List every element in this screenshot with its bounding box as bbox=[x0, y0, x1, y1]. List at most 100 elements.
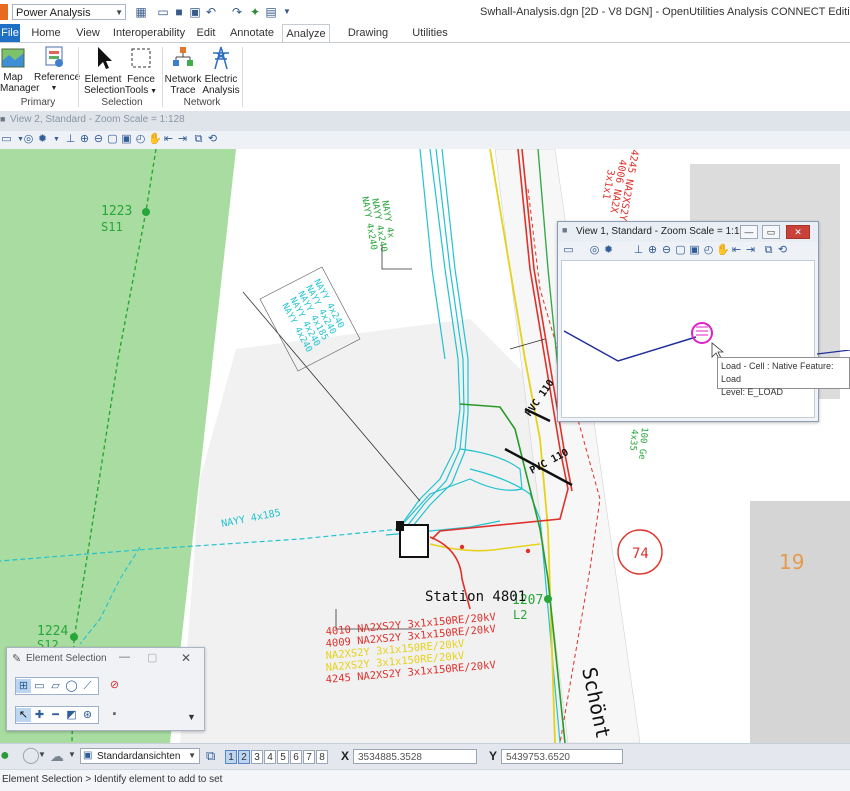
update-view-icon[interactable]: ⊥ bbox=[632, 244, 645, 257]
view-next-icon[interactable]: ⇥ bbox=[176, 133, 189, 146]
restore-button[interactable]: ▭ bbox=[762, 225, 780, 239]
electric-analysis-button[interactable]: Electric Analysis bbox=[202, 45, 240, 96]
add-mode-icon[interactable]: ✚ bbox=[32, 708, 47, 722]
tab-interoperability[interactable]: Interoperability bbox=[112, 24, 186, 42]
print-icon[interactable]: ▤ bbox=[264, 5, 278, 19]
new-mode-icon[interactable]: ↖ bbox=[16, 708, 31, 722]
copy-view-icon[interactable]: ⧉ bbox=[762, 244, 775, 257]
undo-icon[interactable]: ↶ bbox=[204, 5, 218, 19]
save-icon[interactable]: ■ bbox=[172, 5, 186, 19]
tooltip-line-1: Load - Cell : Native Feature: Load bbox=[721, 361, 834, 384]
view-button-5[interactable]: 5 bbox=[277, 750, 289, 764]
fit-view-icon[interactable]: ▣ bbox=[120, 133, 133, 146]
node-1223-marker bbox=[142, 208, 150, 216]
tab-utilities[interactable]: Utilities bbox=[408, 24, 452, 42]
close-button[interactable]: ✕ bbox=[786, 225, 810, 239]
element-selection-dialog[interactable]: ✎ Element Selection — ▢ ✕ ⊞ ▭ ▱ ◯ ⟋ ⊘ ↖ … bbox=[6, 647, 205, 731]
view-button-8[interactable]: 8 bbox=[316, 750, 328, 764]
tab-home[interactable]: Home bbox=[28, 24, 64, 42]
view-attributes-icon[interactable]: ▭ bbox=[0, 133, 13, 146]
prompt-text: Element Selection > Identify element to … bbox=[2, 774, 223, 785]
qat-dropdown-icon[interactable]: ▼ bbox=[280, 5, 294, 19]
clip-view-icon[interactable]: ⟲ bbox=[776, 244, 789, 257]
reference-button[interactable]: Reference ▼ bbox=[34, 45, 80, 95]
rotate-view-icon[interactable]: ◴ bbox=[134, 133, 147, 146]
pin-icon[interactable]: ✦ bbox=[248, 5, 262, 19]
tab-drawing-aids[interactable]: Drawing Aids bbox=[336, 24, 400, 57]
selection-mode-group: ↖ ✚ ━ ◩ ⊛ bbox=[15, 706, 99, 724]
clear-selection-icon[interactable]: ⊘ bbox=[107, 678, 122, 692]
window-area-icon[interactable]: ▢ bbox=[106, 133, 119, 146]
subtract-mode-icon[interactable]: ━ bbox=[48, 708, 63, 722]
tab-annotate[interactable]: Annotate bbox=[228, 24, 276, 42]
view-button-6[interactable]: 6 bbox=[290, 750, 302, 764]
minimize-button[interactable]: — bbox=[119, 651, 130, 663]
view-button-2[interactable]: 2 bbox=[238, 750, 250, 764]
expand-dialog-icon[interactable]: ▼ bbox=[187, 712, 196, 722]
tab-edit[interactable]: Edit bbox=[192, 24, 220, 42]
redo-icon[interactable]: ↷ bbox=[230, 5, 244, 19]
zoom-out-icon[interactable]: ⊖ bbox=[92, 133, 105, 146]
shape-method-icon[interactable]: ▱ bbox=[48, 679, 63, 693]
individual-method-icon[interactable]: ⊞ bbox=[16, 679, 31, 693]
select-all-icon[interactable]: ⊛ bbox=[80, 708, 95, 722]
workflow-dropdown[interactable]: Power Analysis ▼ bbox=[12, 4, 126, 20]
fence-tools-label-2: Tools ▼ bbox=[124, 85, 158, 96]
chevron-down-icon[interactable]: ▼ bbox=[68, 750, 76, 759]
tab-file[interactable]: File bbox=[0, 24, 20, 42]
fit-view-icon[interactable]: ▣ bbox=[688, 244, 701, 257]
open-folder-icon[interactable]: ▭ bbox=[156, 5, 170, 19]
view-group-dropdown[interactable]: ▣ Standardansichten ▼ bbox=[80, 748, 200, 764]
block-method-icon[interactable]: ▭ bbox=[32, 679, 47, 693]
y-coordinate-field[interactable]: 5439753.6520 bbox=[501, 749, 623, 764]
view-button-4[interactable]: 4 bbox=[264, 750, 276, 764]
tab-analyze[interactable]: Analyze bbox=[282, 24, 330, 42]
view-attributes-icon[interactable]: ▭ bbox=[562, 244, 575, 257]
chevron-down-icon[interactable]: ▼ bbox=[38, 750, 46, 759]
view-button-3[interactable]: 3 bbox=[251, 750, 263, 764]
accusnap-icon[interactable]: ● bbox=[0, 747, 10, 765]
new-file-icon[interactable]: ▦ bbox=[134, 5, 148, 19]
tab-view[interactable]: View bbox=[72, 24, 104, 42]
window-area-icon[interactable]: ▢ bbox=[674, 244, 687, 257]
cursor-arrow-icon bbox=[98, 47, 112, 69]
display-style-icon[interactable]: ◎ bbox=[22, 133, 35, 146]
view-previous-icon[interactable]: ⇤ bbox=[730, 244, 743, 257]
lighting-icon[interactable]: ✹ bbox=[36, 133, 49, 146]
view-previous-icon[interactable]: ⇤ bbox=[162, 133, 175, 146]
zoom-in-icon[interactable]: ⊕ bbox=[78, 133, 91, 146]
chevron-down-icon[interactable]: ▼ bbox=[50, 133, 63, 146]
save-settings-icon[interactable]: ▣ bbox=[188, 5, 202, 19]
pan-view-icon[interactable]: ✋ bbox=[716, 244, 730, 257]
clip-view-icon[interactable]: ⟲ bbox=[206, 133, 219, 146]
close-button[interactable]: ✕ bbox=[181, 651, 191, 665]
view-windows-icon[interactable]: ⧉ bbox=[206, 748, 215, 764]
cloud-icon[interactable]: ☁ bbox=[50, 748, 64, 765]
invert-mode-icon[interactable]: ◩ bbox=[64, 708, 79, 722]
view-icon: ■ bbox=[562, 225, 568, 235]
display-style-icon[interactable]: ◎ bbox=[588, 244, 601, 257]
selection-options-icon[interactable]: ▪ bbox=[107, 707, 122, 721]
view1-title-bar[interactable]: ■ View 1, Standard - Zoom Scale = 1:12 —… bbox=[558, 222, 818, 242]
x-coordinate-field[interactable]: 3534885.3528 bbox=[353, 749, 477, 764]
view-button-7[interactable]: 7 bbox=[303, 750, 315, 764]
network-trace-button[interactable]: Network Trace bbox=[164, 45, 202, 96]
view-next-icon[interactable]: ⇥ bbox=[744, 244, 757, 257]
copy-view-icon[interactable]: ⧉ bbox=[192, 133, 205, 146]
rotate-view-icon[interactable]: ◴ bbox=[702, 244, 715, 257]
zoom-in-icon[interactable]: ⊕ bbox=[646, 244, 659, 257]
zoom-out-icon[interactable]: ⊖ bbox=[660, 244, 673, 257]
maximize-button[interactable]: ▢ bbox=[147, 651, 157, 664]
view2-title-bar[interactable]: ■ View 2, Standard - Zoom Scale = 1:128 bbox=[0, 111, 850, 132]
pan-view-icon[interactable]: ✋ bbox=[148, 133, 162, 146]
element-selection-button[interactable]: Element Selection bbox=[84, 45, 125, 96]
circle-method-icon[interactable]: ◯ bbox=[64, 679, 79, 693]
update-view-icon[interactable]: ⊥ bbox=[64, 133, 77, 146]
element-tooltip: Load - Cell : Native Feature: Load Level… bbox=[717, 357, 850, 397]
fence-tools-button[interactable]: Fence Tools ▼ bbox=[124, 45, 158, 96]
minimize-button[interactable]: — bbox=[740, 225, 758, 239]
view-button-1[interactable]: 1 bbox=[225, 750, 237, 764]
map-manager-button[interactable]: Map Manager bbox=[0, 47, 39, 95]
line-method-icon[interactable]: ⟋ bbox=[80, 679, 95, 693]
lighting-icon[interactable]: ✹ bbox=[602, 244, 615, 257]
